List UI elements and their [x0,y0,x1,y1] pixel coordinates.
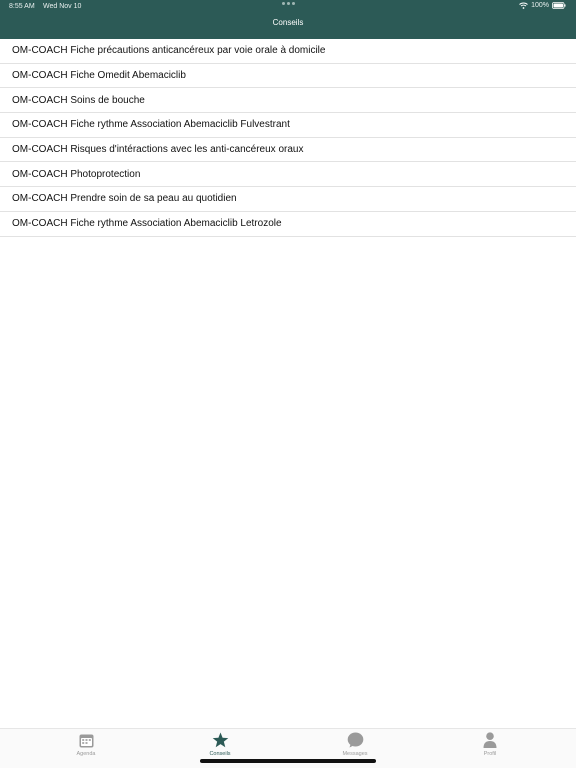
page-title: Conseils [272,18,304,27]
star-icon [212,731,229,749]
list-item[interactable]: OM-COACH Soins de bouche [0,88,576,114]
status-date: Wed Nov 10 [43,3,82,10]
status-time: 8:55 AM [9,3,35,10]
status-indicators: 100% [519,2,566,9]
wifi-icon [519,2,528,9]
tab-messages[interactable]: Messages [325,731,385,759]
list-item[interactable]: OM-COACH Fiche rythme Association Abemac… [0,212,576,237]
person-icon [483,731,497,749]
list-item[interactable]: OM-COACH Prendre soin de sa peau au quot… [0,187,576,212]
multitasking-dots-icon[interactable] [282,2,295,5]
tab-conseils[interactable]: Conseils [190,731,250,759]
battery-icon [552,2,566,9]
advice-list: OM-COACH Fiche précautions anticancéreux… [0,39,576,237]
battery-percent: 100% [531,2,549,9]
list-item[interactable]: OM-COACH Fiche Omedit Abemaciclib [0,64,576,89]
tab-label: Messages [342,751,368,757]
status-bar: 8:55 AM Wed Nov 10 100% [0,0,576,13]
tab-agenda[interactable]: Agenda [56,731,116,759]
tab-label: Profil [483,751,497,757]
list-item[interactable]: OM-COACH Fiche précautions anticancéreux… [0,39,576,64]
tab-label: Conseils [209,751,231,757]
home-indicator[interactable] [200,759,376,763]
tab-label: Agenda [76,751,96,757]
tab-profil[interactable]: Profil [460,731,520,759]
chat-bubble-icon [347,731,364,749]
app-header: 8:55 AM Wed Nov 10 100% Conseils [0,0,576,39]
list-item[interactable]: OM-COACH Fiche rythme Association Abemac… [0,113,576,138]
list-item[interactable]: OM-COACH Photoprotection [0,162,576,188]
list-item[interactable]: OM-COACH Risques d'intéractions avec les… [0,138,576,163]
calendar-icon [79,731,94,749]
